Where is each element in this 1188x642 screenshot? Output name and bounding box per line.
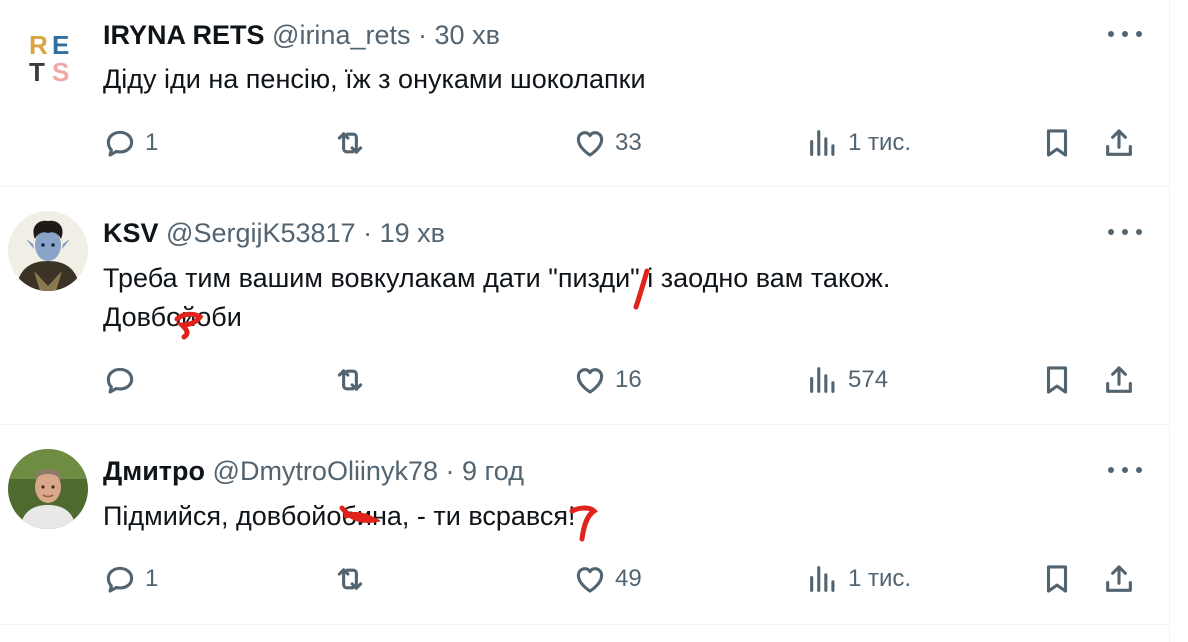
action-bar: 16 574 bbox=[103, 360, 1153, 400]
views-icon bbox=[810, 566, 835, 592]
tweet-text-line: Довбойоби bbox=[103, 302, 242, 332]
like-button[interactable]: 49 bbox=[573, 559, 642, 599]
bookmark-button[interactable] bbox=[1040, 360, 1074, 400]
like-button[interactable]: 33 bbox=[573, 123, 642, 163]
share-button[interactable] bbox=[1102, 123, 1136, 163]
repost-button[interactable] bbox=[333, 559, 375, 599]
timestamp[interactable]: 19 хв bbox=[380, 218, 445, 248]
view-count: 1 тис. bbox=[848, 129, 912, 156]
bookmark-icon bbox=[1046, 565, 1068, 593]
reply-icon bbox=[106, 566, 134, 593]
share-icon bbox=[1106, 366, 1132, 393]
timestamp[interactable]: 9 год bbox=[462, 456, 524, 486]
repost-button[interactable] bbox=[333, 360, 375, 400]
repost-button[interactable] bbox=[333, 123, 375, 163]
action-bar: 1 33 1 тис. bbox=[103, 123, 1153, 163]
bookmark-button[interactable] bbox=[1040, 123, 1074, 163]
like-count: 16 bbox=[615, 366, 642, 393]
separator: · bbox=[418, 20, 428, 50]
share-button[interactable] bbox=[1102, 559, 1136, 599]
share-icon bbox=[1106, 129, 1132, 156]
bookmark-icon bbox=[1046, 129, 1068, 157]
user-handle[interactable]: @DmytroOliinyk78 bbox=[213, 456, 438, 486]
views-button[interactable]: 574 bbox=[806, 360, 888, 400]
reply-button[interactable] bbox=[103, 360, 145, 400]
display-name[interactable]: Дмитро bbox=[103, 456, 205, 486]
more-icon[interactable] bbox=[1108, 222, 1142, 242]
view-count: 574 bbox=[848, 366, 889, 393]
view-count: 1 тис. bbox=[848, 565, 912, 592]
tweet[interactable]: R E T S IRYNA RETS @irina_rets · 30 хв Д… bbox=[0, 0, 1170, 187]
repost-icon bbox=[337, 132, 363, 154]
like-icon bbox=[576, 567, 604, 593]
more-icon[interactable] bbox=[1108, 460, 1142, 480]
avatar[interactable] bbox=[8, 449, 88, 529]
tweet-header: IRYNA RETS @irina_rets · 30 хв bbox=[103, 19, 500, 51]
share-button[interactable] bbox=[1102, 360, 1136, 400]
timeline: R E T S IRYNA RETS @irina_rets · 30 хв Д… bbox=[0, 0, 1170, 642]
repost-icon bbox=[337, 369, 363, 391]
reply-icon bbox=[106, 130, 134, 157]
reply-button[interactable]: 1 bbox=[103, 559, 158, 599]
avatar-letter: S bbox=[52, 57, 69, 87]
tweet[interactable]: KSV @SergijK53817 · 19 хв Треба тим ваши… bbox=[0, 187, 1170, 425]
avatar[interactable] bbox=[8, 211, 88, 291]
avatar-letter: E bbox=[52, 30, 69, 60]
views-icon bbox=[810, 130, 835, 156]
bookmark-icon bbox=[1046, 366, 1068, 394]
views-button[interactable]: 1 тис. bbox=[806, 559, 911, 599]
reply-count: 1 bbox=[145, 565, 159, 592]
reply-icon bbox=[106, 367, 134, 394]
share-icon bbox=[1106, 565, 1132, 592]
separator: · bbox=[363, 218, 373, 248]
like-count: 49 bbox=[615, 565, 642, 592]
tweet[interactable]: Дмитро @DmytroOliinyk78 · 9 год Підмийся… bbox=[0, 425, 1170, 625]
tweet-text: Підмийся, довбойобина, - ти всрався! bbox=[103, 501, 576, 531]
separator: · bbox=[445, 456, 455, 486]
tweet-text: Треба тим вашим вовкулакам дати "пизди" … bbox=[103, 259, 1123, 337]
like-count: 33 bbox=[615, 129, 642, 156]
action-bar: 1 49 1 тис. bbox=[103, 559, 1153, 599]
display-name[interactable]: KSV bbox=[103, 218, 159, 248]
bookmark-button[interactable] bbox=[1040, 559, 1074, 599]
avatar[interactable]: R E T S bbox=[8, 13, 88, 93]
user-handle[interactable]: @irina_rets bbox=[272, 20, 410, 50]
views-icon bbox=[810, 367, 835, 393]
timestamp[interactable]: 30 хв bbox=[435, 20, 500, 50]
more-icon[interactable] bbox=[1108, 24, 1142, 44]
like-icon bbox=[576, 368, 604, 394]
user-handle[interactable]: @SergijK53817 bbox=[166, 218, 356, 248]
tweet-header: Дмитро @DmytroOliinyk78 · 9 год bbox=[103, 455, 524, 487]
tweet-text-line: Треба тим вашим вовкулакам дати "пизди" … bbox=[103, 263, 891, 293]
repost-icon bbox=[337, 568, 363, 590]
display-name[interactable]: IRYNA RETS bbox=[103, 20, 265, 50]
like-icon bbox=[576, 131, 604, 157]
reply-button[interactable]: 1 bbox=[103, 123, 158, 163]
avatar-letter: T bbox=[29, 57, 45, 87]
like-button[interactable]: 16 bbox=[573, 360, 642, 400]
tweet-text: Діду іди на пенсію, їж з онуками шоколап… bbox=[103, 64, 646, 94]
reply-count: 1 bbox=[145, 129, 159, 156]
tweet-header: KSV @SergijK53817 · 19 хв bbox=[103, 217, 445, 249]
avatar-letter: R bbox=[29, 30, 48, 60]
views-button[interactable]: 1 тис. bbox=[806, 123, 911, 163]
